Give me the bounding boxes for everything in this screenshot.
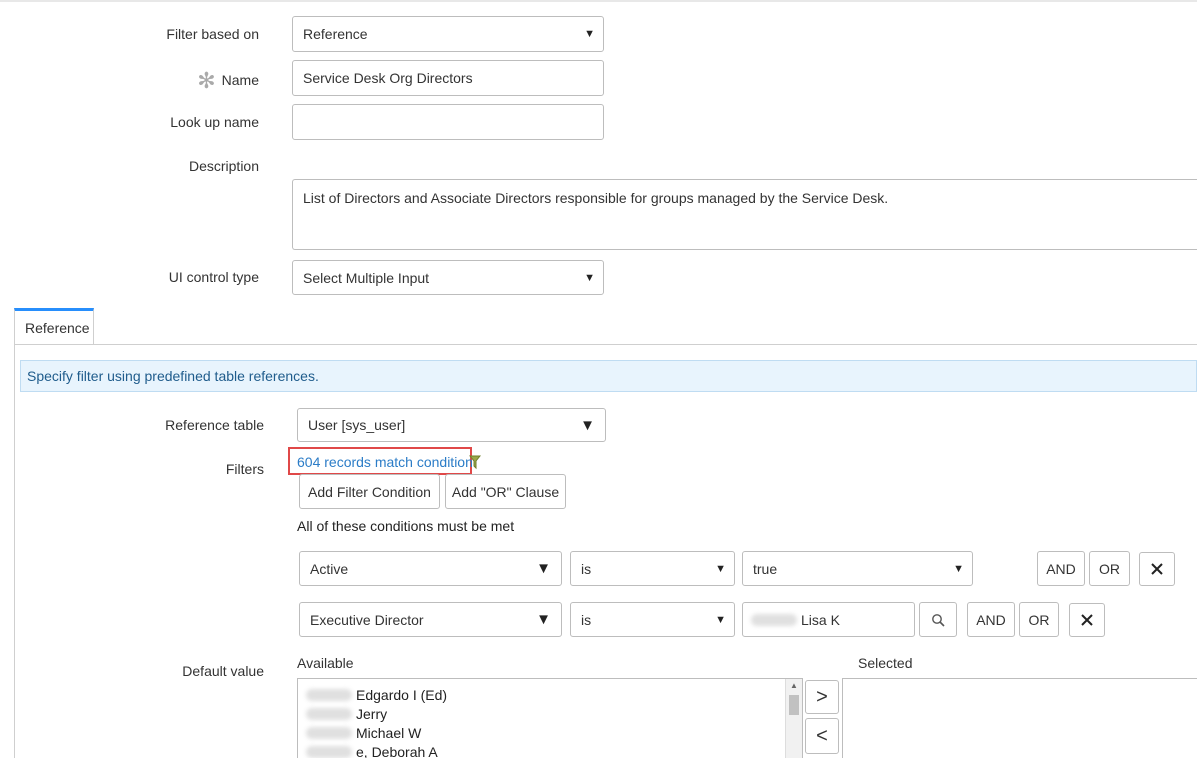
records-match-link[interactable]: 604 records match condition [297, 454, 473, 470]
filters-label: Filters [225, 461, 264, 477]
condition-value-select[interactable]: true ▼ [742, 551, 973, 586]
or-button[interactable]: OR [1089, 551, 1130, 586]
lookup-name-label: Look up name [170, 114, 259, 130]
lookup-name-input[interactable] [292, 104, 604, 140]
description-label: Description [188, 158, 259, 174]
ui-control-type-select[interactable]: Select Multiple Input ▼ [292, 260, 604, 295]
name-input[interactable]: Service Desk Org Directors [292, 60, 604, 96]
name-label-text: Name [221, 72, 259, 88]
scrollbar-thumb[interactable] [789, 695, 799, 715]
caret-down-icon: ▼ [580, 416, 595, 434]
condition-field-select[interactable]: Executive Director ▼ [299, 602, 562, 637]
selected-listbox[interactable] [842, 678, 1197, 758]
info-message-text: Specify filter using predefined table re… [27, 368, 319, 384]
and-button[interactable]: AND [1037, 551, 1085, 586]
filter-icon[interactable] [469, 454, 481, 470]
reference-table-select[interactable]: User [sys_user] ▼ [297, 408, 606, 442]
caret-down-icon: ▼ [715, 562, 726, 575]
default-value-label: Default value [182, 663, 264, 679]
search-icon [932, 613, 945, 627]
asterisk-icon: ✻ [197, 68, 216, 93]
condition-field-value: Active [310, 560, 349, 577]
caret-down-icon: ▼ [584, 271, 595, 284]
scroll-up-icon[interactable]: ▲ [790, 681, 798, 690]
tab-bar: Reference [14, 308, 1197, 345]
caret-down-icon: ▼ [715, 613, 726, 626]
condition-field-select[interactable]: Active ▼ [299, 551, 562, 586]
caret-down-icon: ▼ [584, 28, 595, 40]
name-value: Service Desk Org Directors [303, 70, 473, 86]
condition-operator-value: is [581, 611, 592, 628]
ui-control-type-value: Select Multiple Input [303, 269, 430, 286]
close-icon [1151, 563, 1163, 575]
description-textarea[interactable]: List of Directors and Associate Director… [292, 179, 1197, 250]
remove-condition-button[interactable] [1069, 603, 1105, 637]
condition-operator-value: is [581, 560, 592, 577]
name-label: ✻ Name [197, 68, 259, 94]
info-message: Specify filter using predefined table re… [20, 360, 1197, 392]
filter-based-on-select[interactable]: Reference ▼ [292, 16, 604, 52]
available-label: Available [297, 655, 354, 671]
add-to-selected-button[interactable]: > [805, 680, 839, 714]
list-item-label: Edgardo I (Ed) [356, 686, 448, 703]
list-item[interactable]: Edgardo I (Ed) [298, 685, 802, 704]
condition-value-value: true [753, 560, 778, 577]
tab-reference[interactable]: Reference [14, 308, 94, 344]
redacted-text [751, 613, 797, 626]
redacted-text [306, 726, 352, 739]
available-listbox[interactable]: Edgardo I (Ed) Jerry Michael W e, Debora… [297, 678, 803, 758]
or-button[interactable]: OR [1019, 602, 1059, 637]
and-button[interactable]: AND [967, 602, 1015, 637]
add-filter-condition-button[interactable]: Add Filter Condition [299, 474, 440, 509]
reference-table-label: Reference table [165, 417, 264, 433]
caret-down-icon: ▼ [536, 560, 551, 577]
list-item[interactable]: e, Deborah A [298, 742, 802, 758]
remove-condition-button[interactable] [1139, 552, 1175, 586]
redacted-text [306, 688, 352, 701]
conditions-heading: All of these conditions must be met [297, 518, 515, 534]
condition-field-value: Executive Director [310, 611, 424, 628]
selected-label: Selected [858, 655, 913, 671]
redacted-text [306, 707, 352, 720]
reference-lookup-button[interactable] [919, 602, 957, 637]
caret-down-icon: ▼ [536, 611, 551, 628]
condition-operator-select[interactable]: is ▼ [570, 551, 735, 586]
tab-reference-label: Reference [25, 319, 90, 336]
reference-table-value: User [sys_user] [308, 417, 406, 433]
redacted-text [306, 745, 352, 758]
list-item[interactable]: Jerry [298, 704, 802, 723]
top-divider [0, 0, 1197, 2]
list-item-label: Jerry [356, 705, 388, 722]
condition-reference-value: Lisa K [801, 611, 840, 628]
filter-based-on-label: Filter based on [166, 26, 259, 42]
list-item-label: Michael W [356, 724, 422, 741]
condition-operator-select[interactable]: is ▼ [570, 602, 735, 637]
list-item-label: e, Deborah A [356, 743, 438, 758]
caret-down-icon: ▼ [953, 562, 964, 575]
remove-from-selected-button[interactable]: < [805, 718, 839, 754]
list-item[interactable]: Michael W [298, 723, 802, 742]
condition-reference-input[interactable]: Lisa K [742, 602, 915, 637]
filter-based-on-value: Reference [303, 26, 368, 42]
description-value: List of Directors and Associate Director… [303, 190, 889, 206]
listbox-scrollbar[interactable]: ▲ [785, 679, 802, 758]
ui-control-type-label: UI control type [168, 269, 259, 285]
add-or-clause-button[interactable]: Add "OR" Clause [445, 474, 566, 509]
close-icon [1081, 614, 1093, 626]
